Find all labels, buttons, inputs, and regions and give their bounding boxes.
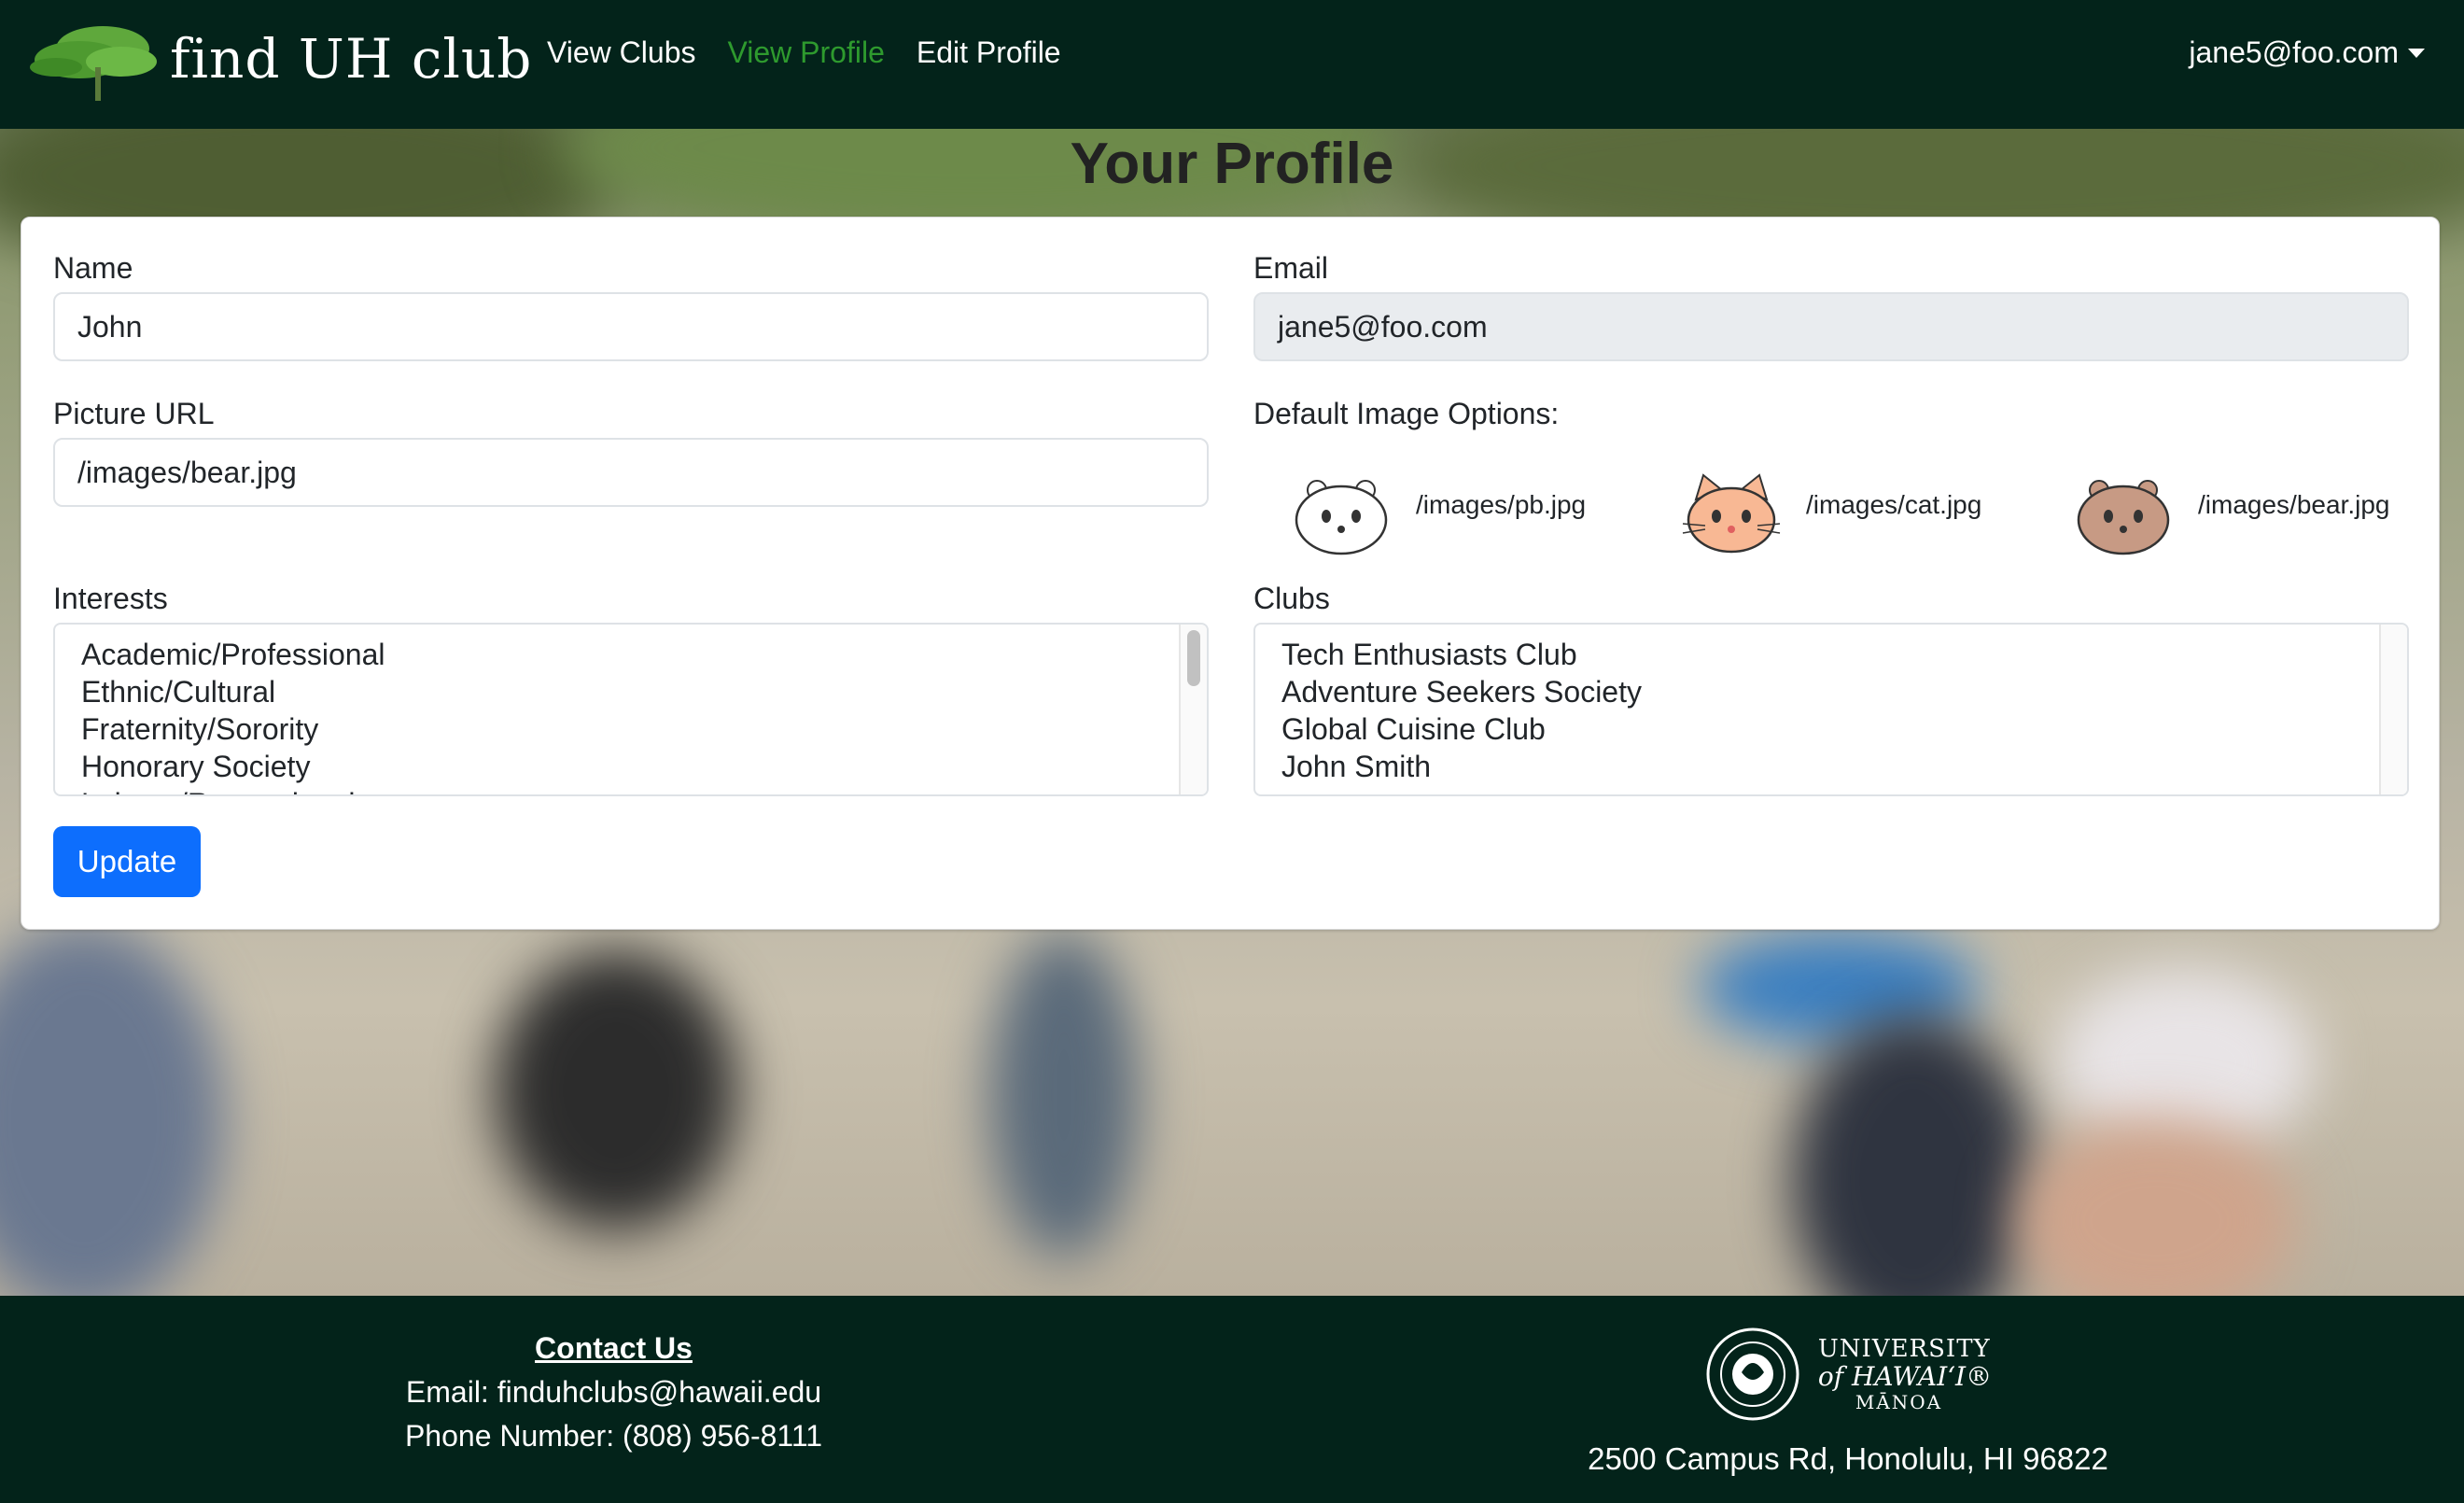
- picture-url-input[interactable]: /images/bear.jpg: [53, 438, 1209, 507]
- brown-bear-icon: [2077, 480, 2170, 555]
- nav-view-profile[interactable]: View Profile: [727, 35, 884, 70]
- default-image-path: /images/cat.jpg: [1806, 490, 1982, 519]
- interests-multiselect[interactable]: Academic/Professional Ethnic/Cultural Fr…: [53, 623, 1209, 796]
- default-image-path: /images/pb.jpg: [1416, 490, 1587, 519]
- nav-view-clubs[interactable]: View Clubs: [547, 35, 695, 70]
- default-image-options-label: Default Image Options:: [1253, 397, 1560, 430]
- list-item[interactable]: Tech Enthusiasts Club: [1255, 636, 2407, 673]
- list-item[interactable]: John Smith: [1255, 748, 2407, 785]
- uh-wordmark-line2: of HAWAI‘I®: [1817, 1360, 1993, 1392]
- update-button[interactable]: Update: [53, 826, 201, 897]
- uh-seal-icon: [1706, 1327, 1799, 1421]
- clubs-scrollbar[interactable]: [2379, 625, 2407, 794]
- page-title: Your Profile: [1070, 132, 1394, 196]
- top-navbar: find UH club View Clubs View Profile Edi…: [0, 0, 2464, 129]
- default-image-option-pb[interactable]: /images/pb.jpg: [1291, 471, 1586, 557]
- email-input: jane5@foo.com: [1253, 292, 2409, 361]
- name-label: Name: [53, 251, 133, 285]
- brand-title: find UH club: [170, 27, 533, 91]
- clubs-multiselect[interactable]: Tech Enthusiasts Club Adventure Seekers …: [1253, 623, 2409, 796]
- uh-logo: UNIVERSITY of HAWAI‘I® MĀNOA: [1549, 1326, 2147, 1423]
- main-nav: View Clubs View Profile Edit Profile: [547, 35, 1061, 70]
- contact-us-link[interactable]: Contact Us: [0, 1331, 1227, 1366]
- footer: Contact Us Email: finduhclubs@hawaii.edu…: [0, 1296, 2464, 1503]
- interests-scrollbar[interactable]: [1179, 625, 1207, 794]
- nav-edit-profile[interactable]: Edit Profile: [917, 35, 1061, 70]
- tree-logo-icon: [30, 26, 157, 101]
- interests-label: Interests: [53, 582, 168, 615]
- list-item[interactable]: Honorary Society: [55, 748, 1207, 785]
- uh-wordmark-line3: MĀNOA: [1855, 1390, 1943, 1413]
- scroll-thumb[interactable]: [1187, 630, 1200, 686]
- list-item[interactable]: Ethnic/Cultural: [55, 673, 1207, 710]
- white-bear-icon: [1295, 480, 1388, 555]
- name-input[interactable]: John: [53, 292, 1209, 361]
- orange-cat-icon: [1682, 473, 1781, 554]
- university-address: 2500 Campus Rd, Honolulu, HI 96822: [1588, 1441, 2108, 1476]
- email-label: Email: [1253, 251, 1329, 285]
- list-item[interactable]: Global Cuisine Club: [1255, 710, 2407, 748]
- user-email: jane5@foo.com: [2189, 35, 2399, 69]
- uh-wordmark: UNIVERSITY of HAWAI‘I® MĀNOA: [1818, 1336, 1992, 1412]
- list-item[interactable]: Leisure/Recreational: [55, 785, 1207, 794]
- clubs-label: Clubs: [1253, 582, 1330, 615]
- picture-url-label: Picture URL: [53, 397, 215, 430]
- user-dropdown[interactable]: jane5@foo.com: [2189, 35, 2425, 70]
- contact-phone: Phone Number: (808) 956-8111: [404, 1419, 823, 1453]
- default-image-option-bear[interactable]: /images/bear.jpg: [2073, 471, 2389, 557]
- chevron-down-icon: [2408, 48, 2425, 58]
- list-item[interactable]: Academic/Professional: [55, 636, 1207, 673]
- brand-logo[interactable]: find UH club: [28, 15, 532, 103]
- default-image-path: /images/bear.jpg: [2198, 490, 2390, 519]
- uh-wordmark-line1: UNIVERSITY: [1817, 1335, 1991, 1364]
- list-item[interactable]: Adventure Seekers Society: [1255, 673, 2407, 710]
- university-section: UNIVERSITY of HAWAI‘I® MĀNOA 2500 Campus…: [1549, 1326, 2147, 1477]
- default-image-option-cat[interactable]: /images/cat.jpg: [1681, 471, 1981, 557]
- profile-form-card: Name John Email jane5@foo.com Picture UR…: [21, 217, 2440, 930]
- contact-section: Contact Us Email: finduhclubs@hawaii.edu…: [0, 1331, 1227, 1454]
- contact-email: Email: finduhclubs@hawaii.edu: [405, 1375, 822, 1409]
- list-item[interactable]: Fraternity/Sorority: [55, 710, 1207, 748]
